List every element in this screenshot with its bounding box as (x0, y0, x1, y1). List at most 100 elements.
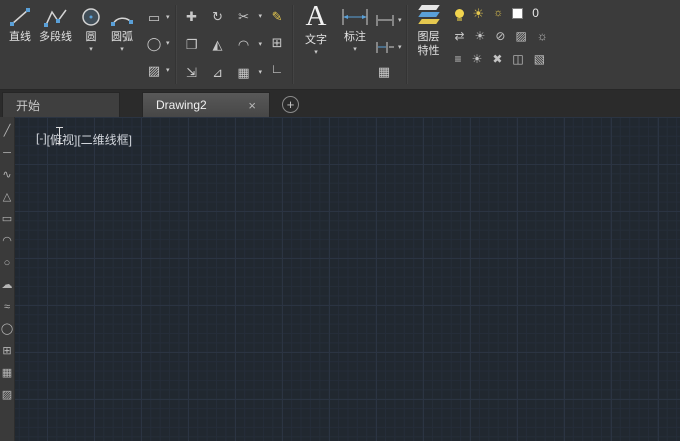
rotate-icon[interactable]: ↻ (209, 7, 227, 25)
annotation-panel: 标注 ▾ ▾ ▾ ▦ (337, 0, 405, 89)
modify-panel: ✚ ↻ ✂ ❐ ◭ ◠ ⇲ ⊿ ▦ ▾ ▾ ▾ ✎ ⊞ ∟ (178, 0, 292, 89)
quick-dimension-icon (375, 35, 395, 61)
ellipse-dropdown-icon[interactable]: ▾ (166, 40, 170, 47)
hatch-flyout[interactable]: ▨ ▾ (145, 61, 170, 79)
arc-tool-label: 圆弧 (111, 31, 133, 43)
tab-close-icon[interactable]: × (248, 99, 256, 112)
table-button[interactable]: ▦ (375, 62, 402, 80)
quick-dimension-dropdown-icon[interactable]: ▾ (398, 44, 402, 51)
layer-properties-label-1: 图层 (417, 31, 440, 43)
viewport-controls-toggle[interactable]: [-] (36, 131, 47, 148)
utility-pencil-icon[interactable]: ✎ (268, 7, 286, 25)
arc-dropdown-icon[interactable]: ▾ (120, 45, 124, 54)
ellipse-icon: ◯ (146, 36, 162, 51)
circle-icon (79, 4, 103, 30)
linear-dimension-dropdown-icon[interactable]: ▾ (398, 17, 402, 24)
layer-isolate-icon[interactable]: ☀ (475, 30, 486, 42)
draw-toolbar: ╱ ─ ∿ △ ▭ ◠ ○ ☁ ≈ ◯ ⊞ ▦ ▨ (0, 117, 15, 441)
utility-block-icon[interactable]: ⊞ (268, 33, 286, 51)
arc-icon (110, 4, 134, 30)
dimension-dropdown-icon[interactable]: ▾ (353, 45, 357, 54)
utility-column: ✎ ⊞ ∟ (264, 2, 290, 87)
ellipse-flyout[interactable]: ◯ ▾ (145, 35, 170, 53)
rectangle-flyout[interactable]: ▭ ▾ (145, 8, 170, 26)
line-tool-label: 直线 (9, 31, 31, 43)
quick-dimension-button[interactable]: ▾ (375, 35, 402, 61)
draw-flyout-column: ▭ ▾ ◯ ▾ ▨ ▾ (138, 2, 172, 89)
spline-tool-icon[interactable]: ≈ (4, 301, 10, 313)
layer-thaw-sun-icon[interactable]: ☀ (473, 7, 485, 20)
start-tab-label: 开始 (16, 98, 41, 113)
layer-freeze-sun-icon[interactable]: ☼ (493, 7, 503, 19)
table-icon: ▦ (377, 63, 391, 79)
layer-stack-icon (416, 4, 442, 28)
hatch-tool-icon[interactable]: ▨ (2, 389, 12, 401)
trim-icon[interactable]: ✂ (235, 7, 253, 25)
ellipse-tool-icon[interactable]: ◯ (1, 323, 13, 335)
file-tab-drawing2[interactable]: Drawing2 × (142, 92, 270, 117)
layer-properties-label-2: 特性 (417, 45, 440, 57)
layer-lock-icon[interactable]: ▨ (515, 30, 526, 42)
layer-unlock-icon[interactable]: ▧ (534, 53, 545, 65)
utility-ucs-icon[interactable]: ∟ (268, 59, 286, 77)
ribbon: 直线 多段线 圆 ▾ 圆弧 ▾ ▭ ▾ ◯ ▾ ▨ ▾ ✚ ↻ ✂ ❐ ◭ ◠ … (0, 0, 680, 90)
layer-merge-icon[interactable]: ◫ (512, 53, 523, 65)
table-tool-icon[interactable]: ▦ (2, 367, 12, 379)
stretch-icon[interactable]: ⇲ (183, 63, 201, 81)
layer-off-icon[interactable]: ⇄ (455, 30, 465, 42)
text-panel[interactable]: A 文字 ▾ (295, 0, 337, 89)
line-tool-icon[interactable]: ╱ (4, 125, 11, 137)
annotation-side-column: ▾ ▾ ▦ (375, 2, 402, 87)
rectangle-tool-icon[interactable]: ▭ (2, 213, 12, 225)
fillet-icon[interactable]: ◠ (235, 35, 253, 53)
scale-icon[interactable]: ⊿ (209, 63, 227, 81)
polyline-tool-icon[interactable]: ∿ (2, 169, 11, 181)
layer-tools-row-1: ⇄ ☀ ⊘ ▨ ☼ (455, 25, 548, 46)
new-drawing-button[interactable]: + (282, 96, 299, 113)
trim-dropdown-icon[interactable]: ▾ (259, 13, 263, 20)
dimension-tool-button[interactable]: 标注 ▾ (340, 2, 370, 87)
circle-tool-icon[interactable]: ○ (4, 257, 11, 269)
layer-delete-icon[interactable]: ✖ (492, 53, 502, 65)
array-dropdown-icon[interactable]: ▾ (259, 69, 263, 76)
hatch-icon: ▨ (147, 62, 161, 78)
layer-color-swatch[interactable] (512, 7, 524, 19)
mirror-icon[interactable]: ◭ (209, 35, 227, 53)
viewport-visual-style-control[interactable]: [二维线框] (77, 131, 132, 148)
modify-flyout-arrows: ▾ ▾ ▾ (258, 2, 264, 87)
circle-tool-button[interactable]: 圆 ▾ (76, 2, 106, 89)
insert-block-tool-icon[interactable]: ⊞ (2, 345, 11, 357)
layer-walk-icon[interactable]: ☀ (472, 53, 483, 65)
arc-tool-icon[interactable]: ◠ (2, 235, 12, 247)
circle-dropdown-icon[interactable]: ▾ (89, 45, 93, 54)
layer-state-icon[interactable]: ≡ (455, 53, 462, 65)
file-tab-start[interactable]: 开始 (2, 92, 120, 117)
drawing-canvas[interactable]: [-] [俯视] [二维线框] (0, 117, 680, 441)
rectangle-dropdown-icon[interactable]: ▾ (166, 14, 170, 21)
polyline-tool-button[interactable]: 多段线 (36, 2, 75, 89)
revision-cloud-tool-icon[interactable]: ☁ (2, 279, 13, 291)
move-icon[interactable]: ✚ (183, 7, 201, 25)
fillet-dropdown-icon[interactable]: ▾ (259, 41, 263, 48)
polyline-tool-label: 多段线 (39, 31, 72, 43)
text-dropdown-icon[interactable]: ▾ (314, 48, 318, 57)
linear-dimension-button[interactable]: ▾ (375, 7, 402, 33)
layer-on-bulb-icon[interactable] (454, 8, 464, 21)
line-tool-button[interactable]: 直线 (5, 2, 35, 89)
copy-icon[interactable]: ❐ (183, 35, 201, 53)
dimension-icon (340, 4, 370, 30)
array-icon[interactable]: ▦ (235, 63, 253, 81)
text-tool-label: 文字 (305, 34, 328, 46)
layer-match-icon[interactable]: ☼ (537, 30, 548, 42)
construction-line-tool-icon[interactable]: ─ (3, 147, 11, 159)
line-icon (8, 4, 32, 30)
arc-tool-button[interactable]: 圆弧 ▾ (107, 2, 137, 89)
polygon-tool-icon[interactable]: △ (3, 191, 11, 203)
polyline-icon (43, 4, 68, 30)
layer-freeze-icon[interactable]: ⊘ (495, 30, 505, 42)
layer-properties-button[interactable]: 图层 特性 (409, 0, 449, 89)
hatch-dropdown-icon[interactable]: ▾ (166, 67, 170, 74)
current-layer-name[interactable]: 0 (532, 6, 539, 20)
rectangle-icon: ▭ (147, 9, 161, 25)
viewport-controls: [-] [俯视] [二维线框] (36, 131, 132, 148)
